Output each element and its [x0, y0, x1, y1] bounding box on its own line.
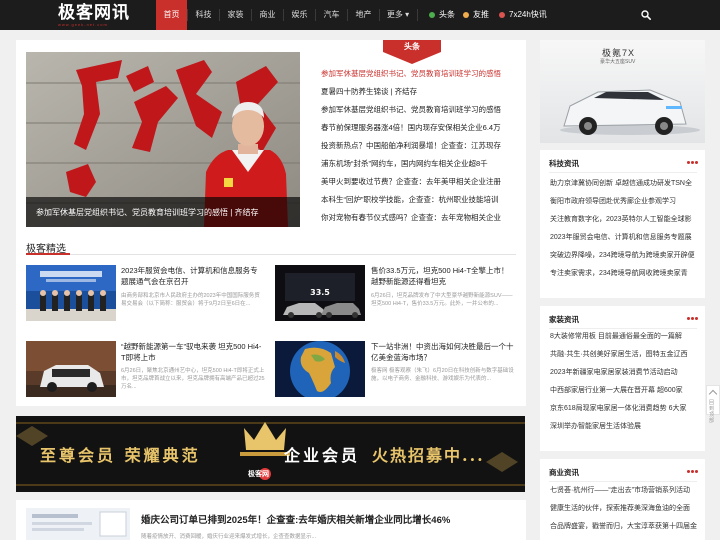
sidebar-news-item[interactable]: 2023年服贸会电信、计算机和信息服务专题展: [550, 232, 700, 244]
card-description: 6月26日，聚焦北京通州艺中心，坦克500 Hi4-T即将正式上市，坦克品牌首战…: [121, 368, 265, 390]
hot-link-label: 7x24h快讯: [509, 10, 547, 19]
sidebar-divider: [549, 172, 697, 173]
sidebar-news-item[interactable]: 2023年新疆家电家居家装消费节活动启动: [550, 367, 700, 379]
membership-ad-banner[interactable]: 至尊会员 荣耀典范 企业会员 火热招募中... 极客网: [16, 416, 525, 492]
sidebar-news-item[interactable]: 关注教育数字化，2023英特尔人工智能全球影: [550, 214, 700, 226]
nav-item-home-decor[interactable]: 家装: [220, 0, 251, 30]
banner-logo-text: 极客网: [248, 471, 269, 478]
card-description: 由商务部和北京市人民政府主办的2023年中国国际服务贸易交易会（以下简称：服贸会…: [121, 293, 260, 307]
suv-photo: [26, 341, 116, 397]
section-title-underline: [26, 253, 70, 255]
nav-item-more[interactable]: 更多 ▾: [380, 0, 416, 30]
headline-item[interactable]: 本科生“回炉”职校学技能，企查查：杭州职业技能培训: [321, 194, 517, 206]
search-icon[interactable]: [641, 10, 651, 20]
headline-badge: 头条: [383, 40, 441, 64]
red-dot-icon: [499, 11, 505, 18]
hot-link-headlines[interactable]: 头条: [429, 0, 455, 30]
banner-enterprise-label: 企业会员: [284, 446, 361, 465]
arrow-up-icon: [708, 389, 718, 399]
card-thumbnail[interactable]: [275, 341, 365, 397]
sidebar-news-item[interactable]: 深圳举办智能家居生活体验展: [550, 421, 700, 433]
hero-slideshow[interactable]: 参加军休基层党组织书记、党员教育培训班学习的感悟 | 齐结存: [26, 52, 300, 227]
headline-item[interactable]: 春节前保理服务器涨4倍！国内现存安保相关企业6.4万: [321, 122, 517, 134]
sidebar-news-item[interactable]: 专注卖家需求，234跨境导航网收跨境卖家青: [550, 268, 700, 280]
sidebar-news-item[interactable]: 助力京津冀协同创新 卓越信通成功研发TSN全: [550, 178, 700, 190]
nav-item-realestate[interactable]: 地产: [348, 0, 379, 30]
card-description: 6月26日，坦克品牌发布了中大型豪华越野新能源SUV——坦克500 Hi4-T，…: [371, 293, 513, 307]
sidebar-panel-business: 商业资讯 七贤荟·杭州行——“走出去”市场营销系列活动 健康生活的伙伴，探索推荐…: [540, 459, 705, 540]
sidebar-news-item[interactable]: 共融·共生·共创美好家居生活，图特五金辽西: [550, 349, 700, 361]
headline-item[interactable]: 美甲火到要收过节费？企查查：去年美甲相关企业注册: [321, 176, 517, 188]
headline-item[interactable]: 投资新热点？中国船舶净利润暴增！企查查：江苏现存: [321, 140, 517, 152]
headline-item[interactable]: 参加军休基层党组织书记、党员教育培训班学习的感悟: [321, 104, 517, 116]
more-dots-icon[interactable]: [687, 317, 699, 321]
sidebar-news-item[interactable]: 京东618局现家电家居一体化消费趋势 6大家: [550, 403, 700, 415]
back-to-top-label: 回到顶部: [709, 400, 715, 424]
conference-photo: [26, 265, 116, 321]
orange-dot-icon: [463, 11, 469, 18]
card-thumbnail[interactable]: 33.5: [275, 265, 365, 321]
logo-tagline: www.geek-net.com: [58, 22, 108, 27]
card-title[interactable]: 售价33.5万元，坦克500 Hi4-T全擎上市！越野新能源还得看坦克: [371, 265, 515, 287]
section-divider: [26, 254, 516, 255]
card-title[interactable]: 2023年服贸会电信、计算机和信息服务专题展通气会在京召开: [121, 265, 265, 287]
card-thumbnail[interactable]: [26, 341, 116, 397]
sidebar-car-ad[interactable]: 极氪7X 豪华大五座SUV: [540, 40, 705, 143]
card-title[interactable]: 下一站非洲！中资出海如何决胜最后一个十亿美金蓝海市场？: [371, 341, 515, 363]
logo-text: 极客网讯: [58, 3, 130, 23]
article-title[interactable]: 婚庆公司订单已排到2025年！企查查:去年婚庆相关新增企业同比增长46%: [141, 512, 450, 526]
sidebar-news-item[interactable]: 七贤荟·杭州行——“走出去”市场营销系列活动: [550, 485, 700, 497]
nav-item-business[interactable]: 商业: [252, 0, 283, 30]
headline-item[interactable]: 参加军休基层党组织书记、党员教育培训班学习的感悟: [321, 68, 517, 80]
sidebar-divider: [549, 328, 697, 329]
nav-item-entertainment[interactable]: 娱乐: [284, 0, 315, 30]
sidebar-news-item[interactable]: 中西部家居行业第一大展在晋开幕 超600家: [550, 385, 700, 397]
hot-link-label: 头条: [439, 10, 455, 19]
card-title[interactable]: “越野新能源第一车”驭电来袭 坦克500 Hi4-T即将上市: [121, 341, 265, 363]
hot-link-recommend[interactable]: 友推: [463, 0, 489, 30]
sidebar-panel-title[interactable]: 家装资讯: [549, 314, 579, 325]
more-dots-icon[interactable]: [687, 161, 699, 165]
article-thumbnail[interactable]: [26, 508, 130, 540]
article-thumbnail-image: [26, 508, 130, 540]
hot-link-label: 友推: [473, 10, 489, 19]
svg-text:33.5: 33.5: [310, 288, 330, 297]
sidebar-news-item[interactable]: 衡阳市政府领导团赴优秀廊企业参观学习: [550, 196, 700, 208]
sidebar-news-item[interactable]: 8大装修常用板 目前最通俗最全面的一篇解: [550, 331, 700, 343]
sidebar-panel-title[interactable]: 科技资讯: [549, 158, 579, 169]
africa-globe-photo: [275, 341, 365, 397]
sidebar-news-item[interactable]: 健康生活的伙伴，探索推荐美深海鱼油的全面: [550, 503, 700, 515]
headline-item[interactable]: 浦东机场“封杀”网约车，国内网约车相关企业超8千: [321, 158, 517, 170]
sidebar-panel-home-decor: 家装资讯 8大装修常用板 目前最通俗最全面的一篇解 共融·共生·共创美好家居生活…: [540, 306, 705, 451]
green-dot-icon: [429, 11, 435, 18]
sidebar-panel-tech: 科技资讯 助力京津冀协同创新 卓越信通成功研发TSN全 衡阳市政府领导团赴优秀廊…: [540, 150, 705, 298]
banner-vip-slogan: 至尊会员 荣耀典范: [40, 446, 201, 465]
card-thumbnail[interactable]: [26, 265, 116, 321]
nav-separator: [417, 9, 418, 21]
headline-item[interactable]: 你对宠物有春节仪式感吗？企查查：去年宠物相关企业: [321, 212, 517, 224]
ad-slogan: 豪华大五座SUV: [600, 59, 636, 65]
sidebar-news-item[interactable]: 突破边界降噪，234跨境导航为跨境卖家开辟便: [550, 250, 700, 262]
nav-item-home[interactable]: 首页: [156, 0, 187, 30]
back-to-top-button[interactable]: 回到顶部: [706, 385, 720, 424]
sidebar-news-item[interactable]: 合品牌盛宴，戳誉而归，大宝淳萃获第十四届金: [550, 521, 700, 533]
nav-item-tech[interactable]: 科技: [188, 0, 219, 30]
article-description: 随着疫情放开、消费回暖，婚庆行业迎来爆发式增长，企查查数据显示...: [141, 534, 317, 540]
card-description: 极客网 极客观察（朱飞）6月20日在科技创新与数字基础设施，以电子商务、金融科技…: [371, 368, 514, 382]
nav-item-auto[interactable]: 汽车: [316, 0, 347, 30]
site-logo[interactable]: 极客网讯 www.geek-net.com: [58, 3, 140, 27]
more-dots-icon[interactable]: [687, 470, 699, 474]
headline-badge-label: 头条: [404, 42, 420, 51]
banner-recruiting-label: 火热招募中...: [372, 446, 485, 465]
hero-caption[interactable]: 参加军休基层党组织书记、党员教育培训班学习的感悟 | 齐结存: [36, 207, 259, 218]
sidebar-panel-title[interactable]: 商业资讯: [549, 467, 579, 478]
sidebar-divider: [549, 481, 697, 482]
car-launch-photo: 33.5: [275, 265, 365, 321]
headline-item[interactable]: 夏暑四十防养生锦谈 | 齐结存: [321, 86, 517, 98]
hot-link-flash-news[interactable]: 7x24h快讯: [499, 0, 547, 30]
